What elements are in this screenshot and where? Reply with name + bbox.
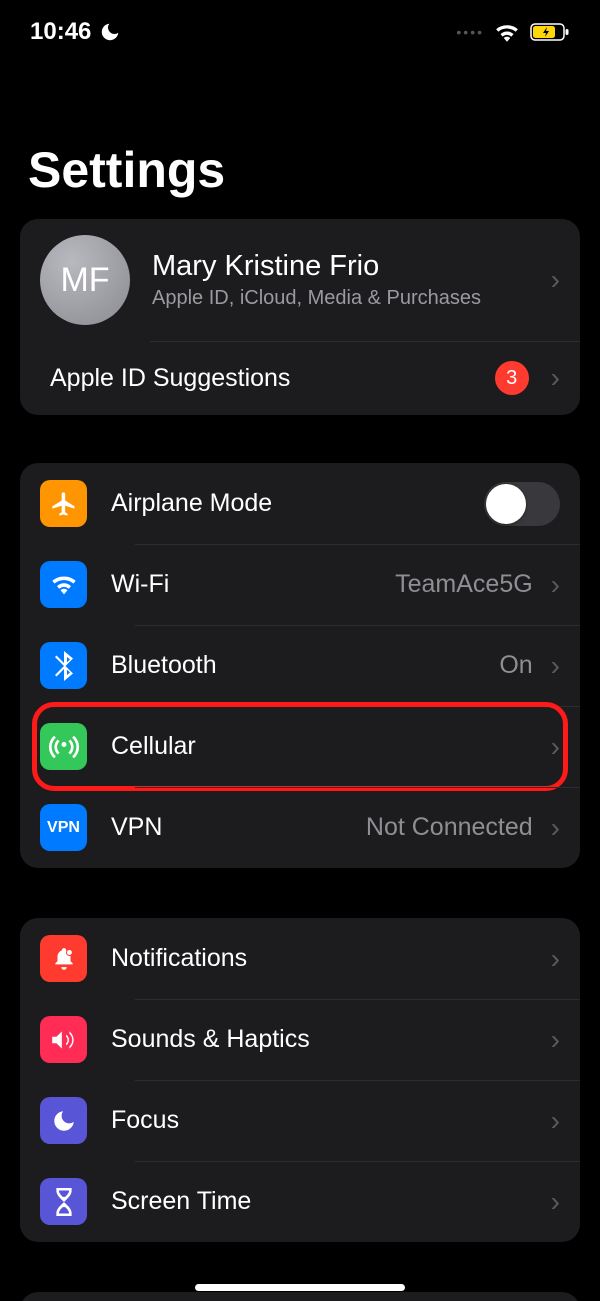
notifications-row[interactable]: Notifications › (20, 918, 580, 999)
chevron-right-icon: › (543, 650, 560, 682)
avatar: MF (40, 235, 130, 325)
chevron-right-icon: › (543, 731, 560, 763)
suggestions-badge: 3 (495, 361, 529, 395)
cellular-icon (40, 723, 87, 770)
notifications-label: Notifications (87, 944, 543, 973)
profile-subtitle: Apple ID, iCloud, Media & Purchases (152, 285, 543, 311)
battery-charging-icon (530, 22, 570, 42)
vpn-row[interactable]: VPN VPN Not Connected › (20, 787, 580, 868)
general-group: General › (20, 1292, 580, 1301)
screentime-row[interactable]: Screen Time › (20, 1161, 580, 1242)
wifi-status-icon (494, 22, 520, 42)
apple-id-suggestions-row[interactable]: Apple ID Suggestions 3 › (20, 341, 580, 415)
general-row[interactable]: General › (20, 1292, 580, 1301)
sounds-icon (40, 1016, 87, 1063)
home-indicator[interactable] (195, 1284, 405, 1291)
vpn-icon: VPN (40, 804, 87, 851)
page-title: Settings (0, 56, 600, 219)
bluetooth-value: On (499, 651, 542, 680)
status-time: 10:46 (30, 18, 91, 46)
bluetooth-row[interactable]: Bluetooth On › (20, 625, 580, 706)
bluetooth-label: Bluetooth (87, 651, 499, 680)
screentime-label: Screen Time (87, 1187, 543, 1216)
status-bar: 10:46 •••• (0, 0, 600, 56)
wifi-label: Wi-Fi (87, 570, 395, 599)
chevron-right-icon: › (543, 1024, 560, 1056)
wifi-icon (40, 561, 87, 608)
profile-name: Mary Kristine Frio (152, 250, 543, 283)
chevron-right-icon: › (543, 362, 560, 394)
focus-label: Focus (87, 1106, 543, 1135)
status-left: 10:46 (30, 18, 121, 46)
profile-text: Mary Kristine Frio Apple ID, iCloud, Med… (130, 250, 543, 311)
wifi-row[interactable]: Wi-Fi TeamAce5G › (20, 544, 580, 625)
chevron-right-icon: › (543, 1105, 560, 1137)
profile-group: MF Mary Kristine Frio Apple ID, iCloud, … (20, 219, 580, 415)
hourglass-icon (40, 1178, 87, 1225)
airplane-mode-row[interactable]: Airplane Mode (20, 463, 580, 544)
focus-icon (40, 1097, 87, 1144)
sounds-label: Sounds & Haptics (87, 1025, 543, 1054)
vpn-value: Not Connected (366, 813, 543, 842)
bluetooth-icon (40, 642, 87, 689)
sounds-row[interactable]: Sounds & Haptics › (20, 999, 580, 1080)
focus-group: Notifications › Sounds & Haptics › Focus… (20, 918, 580, 1242)
focus-row[interactable]: Focus › (20, 1080, 580, 1161)
airplane-label: Airplane Mode (87, 489, 484, 518)
profile-row[interactable]: MF Mary Kristine Frio Apple ID, iCloud, … (20, 219, 580, 341)
chevron-right-icon: › (543, 943, 560, 975)
cellular-label: Cellular (87, 732, 543, 761)
chevron-right-icon: › (543, 1186, 560, 1218)
chevron-right-icon: › (543, 264, 560, 296)
chevron-right-icon: › (543, 569, 560, 601)
avatar-initials: MF (60, 261, 109, 300)
status-right: •••• (456, 22, 570, 42)
cellular-dots-icon: •••• (456, 24, 484, 40)
airplane-icon (40, 480, 87, 527)
notifications-icon (40, 935, 87, 982)
dnd-moon-icon (99, 21, 121, 43)
wifi-value: TeamAce5G (395, 570, 543, 599)
cellular-row[interactable]: Cellular › (20, 706, 580, 787)
suggestions-label: Apple ID Suggestions (50, 364, 495, 393)
network-group: Airplane Mode Wi-Fi TeamAce5G › Bluetoot… (20, 463, 580, 868)
airplane-toggle[interactable] (484, 482, 560, 526)
chevron-right-icon: › (543, 812, 560, 844)
vpn-label: VPN (87, 813, 366, 842)
